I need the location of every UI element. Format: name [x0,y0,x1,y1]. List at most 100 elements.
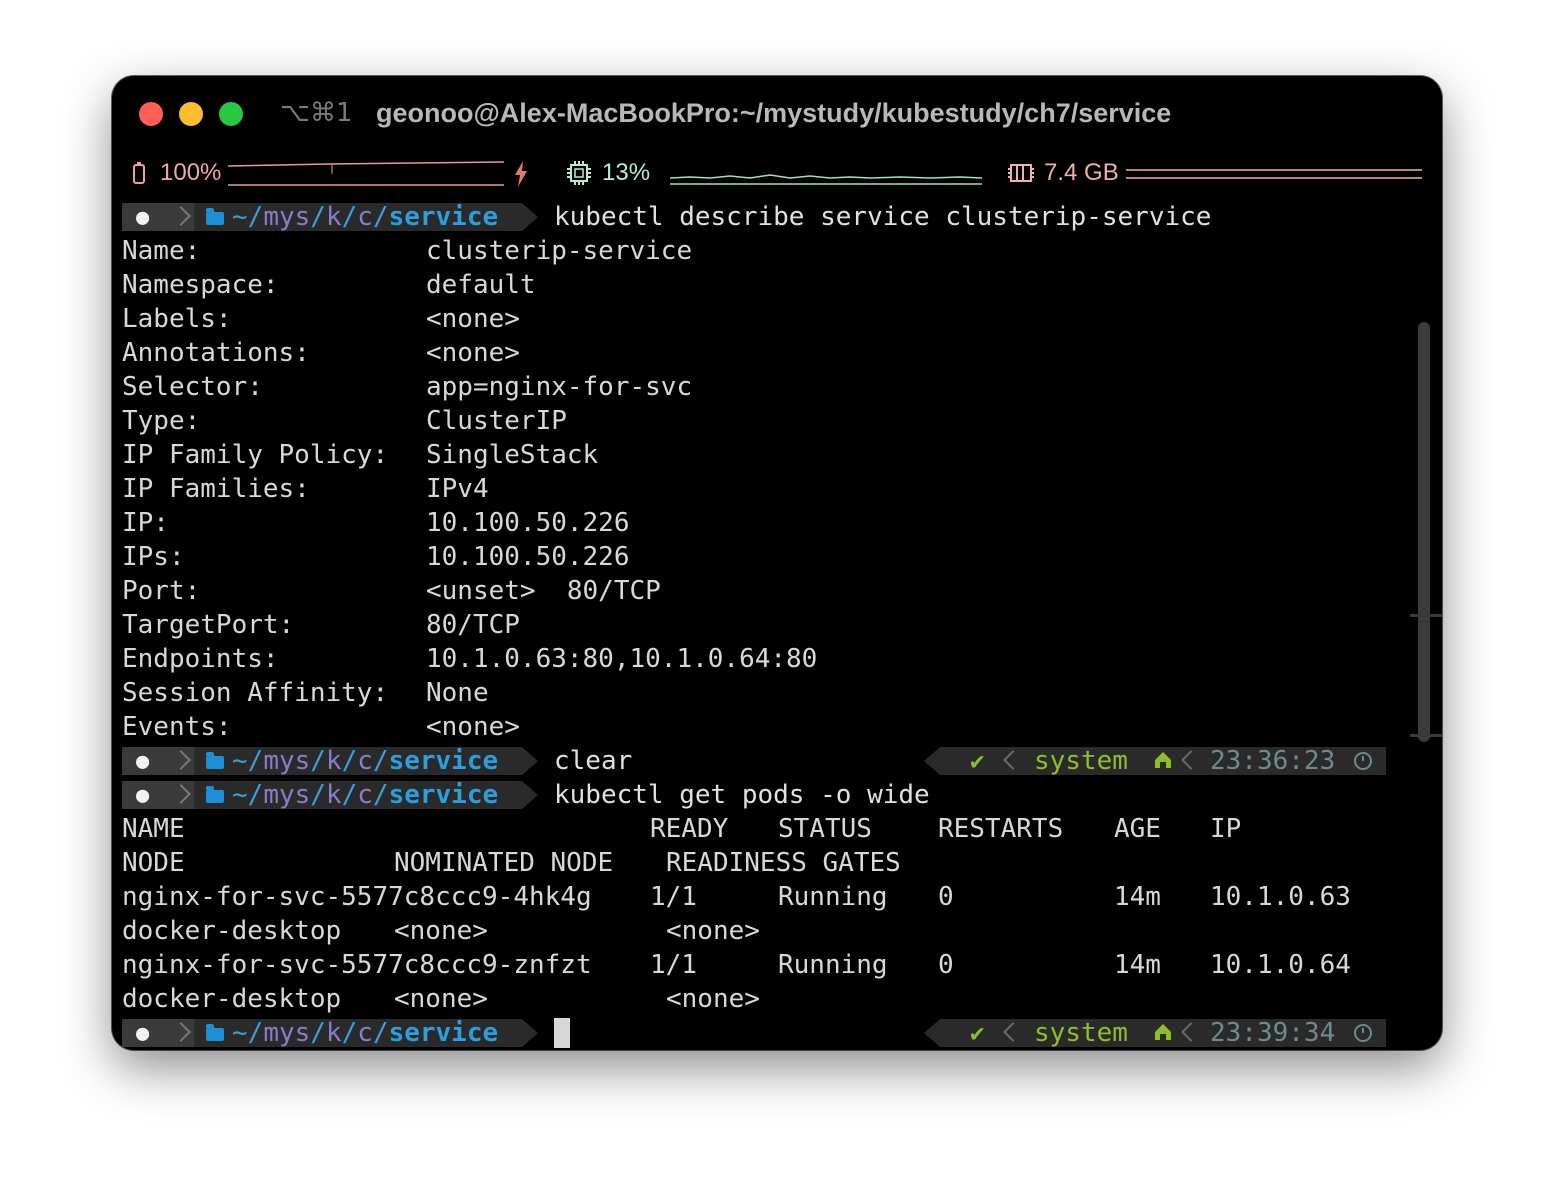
prompt-os-segment: ● [122,747,172,775]
apple-icon: ● [136,783,150,808]
memory-status[interactable]: 7.4 GB [1008,159,1119,187]
pod-status: Running [778,950,888,980]
header-name: NAME [122,814,185,844]
describe-row: Endpoints: 10.1.0.63:80,10.1.0.64:80 [122,642,1412,676]
pod-name: nginx-for-svc-5577c8ccc9-znfzt [122,950,592,980]
describe-value: SingleStack [426,440,599,470]
status-bar: 100% 13% 7.4 GB [112,152,1442,196]
pod-nominated-node: <none> [394,984,488,1014]
header-restarts: RESTARTS [938,814,1064,844]
prompt-os-segment: ● [122,203,172,231]
prompt-path: ~/mys/k/c/service [232,780,499,810]
text-cursor[interactable] [554,1018,570,1048]
prompt: ● ~/mys/k/c/service [122,1016,538,1050]
prompt-time: 23:39:34 [1210,1018,1336,1048]
cpu-percent: 13% [602,159,651,186]
describe-row: Labels: <none> [122,302,1412,336]
window-title: geonoo@Alex-MacBookPro:~/mystudy/kubestu… [376,98,1172,128]
describe-key: IP Family Policy: [122,440,389,470]
describe-key: Type: [122,406,201,436]
header-node: NODE [122,848,185,878]
chevron-right-icon [171,206,191,226]
describe-value: IPv4 [426,474,489,504]
prompt-path: ~/mys/k/c/service [232,1018,499,1048]
describe-row: Port: <unset> 80/TCP [122,574,1412,608]
pod-ip: 10.1.0.63 [1210,882,1351,912]
success-check-icon: ✔ [970,1019,985,1047]
describe-value: <none> [426,304,520,334]
describe-row: IPs: 10.100.50.226 [122,540,1412,574]
prompt: ● ~/mys/k/c/service [122,200,538,234]
battery-status[interactable]: 100% [132,159,221,187]
pod-restarts: 0 [938,882,954,912]
prompt-time: 23:36:23 [1210,746,1336,776]
prompt-os-segment: ● [122,1019,172,1047]
pod-restarts: 0 [938,950,954,980]
prompt-line: ● ~/mys/k/c/service clear ✔ system 23:36… [122,744,1412,778]
battery-graph [228,161,504,186]
table-header-row: NODE NOMINATED NODE READINESS GATES [122,846,1412,880]
pod-ready: 1/1 [650,882,697,912]
chevron-left-icon [1181,750,1201,770]
describe-row: Type: ClusterIP [122,404,1412,438]
describe-key: Namespace: [122,270,279,300]
folder-icon [206,786,224,803]
pod-status: Running [778,882,888,912]
describe-row: Name: clusterip-service [122,234,1412,268]
describe-value: None [426,678,489,708]
header-ip: IP [1210,814,1242,844]
pod-readiness-gates: <none> [666,916,760,946]
folder-icon [206,208,224,225]
terminal-output[interactable]: ● ~/mys/k/c/service kubectl describe ser… [122,200,1412,1050]
describe-row: Session Affinity: None [122,676,1412,710]
scroll-mark [1410,734,1442,737]
command-text: kubectl describe service clusterip-servi… [554,202,1212,232]
header-readiness-gates: READINESS GATES [666,848,901,878]
describe-key: Annotations: [122,338,310,368]
close-window-button[interactable] [139,102,163,126]
describe-row: Namespace: default [122,268,1412,302]
describe-value: 80/TCP [426,610,520,640]
pod-node: docker-desktop [122,984,342,1014]
context-label: system [1034,1018,1128,1048]
describe-key: Endpoints: [122,644,279,674]
describe-key: IP: [122,508,169,538]
home-icon [1155,1024,1171,1040]
describe-row: Selector: app=nginx-for-svc [122,370,1412,404]
table-row: docker-desktop <none> <none> [122,982,1412,1016]
right-prompt: ✔ system 23:39:34 [940,1018,1386,1048]
pod-ready: 1/1 [650,950,697,980]
memory-graph [1126,169,1422,179]
pod-nominated-node: <none> [394,916,488,946]
pod-readiness-gates: <none> [666,984,760,1014]
pod-node: docker-desktop [122,916,342,946]
zoom-window-button[interactable] [219,102,243,126]
pod-age: 14m [1114,950,1161,980]
describe-key: Name: [122,236,201,266]
chevron-right-icon [171,784,191,804]
scroll-mark [1410,614,1442,617]
scrollbar[interactable] [1418,322,1430,742]
battery-icon [133,162,145,184]
describe-value: <none> [426,338,520,368]
memory-icon [1008,164,1034,182]
memory-usage: 7.4 GB [1044,159,1119,186]
describe-value: 10.100.50.226 [426,542,630,572]
describe-key: Session Affinity: [122,678,389,708]
describe-value: <none> [426,712,520,742]
cpu-status[interactable]: 13% [566,159,650,187]
describe-key: Labels: [122,304,232,334]
chevron-left-icon [1003,1022,1023,1042]
right-prompt: ✔ system 23:36:23 [940,746,1386,776]
prompt-line: ● ~/mys/k/c/service kubectl get pods -o … [122,778,1412,812]
folder-icon [206,752,224,769]
apple-icon: ● [136,205,150,230]
describe-row: Events: <none> [122,710,1412,744]
describe-row: Annotations: <none> [122,336,1412,370]
chevron-left-icon [1003,750,1023,770]
table-row: nginx-for-svc-5577c8ccc9-4hk4g 1/1 Runni… [122,880,1412,914]
clock-icon [1354,752,1372,770]
success-check-icon: ✔ [970,747,985,775]
describe-row: IP Family Policy: SingleStack [122,438,1412,472]
minimize-window-button[interactable] [179,102,203,126]
